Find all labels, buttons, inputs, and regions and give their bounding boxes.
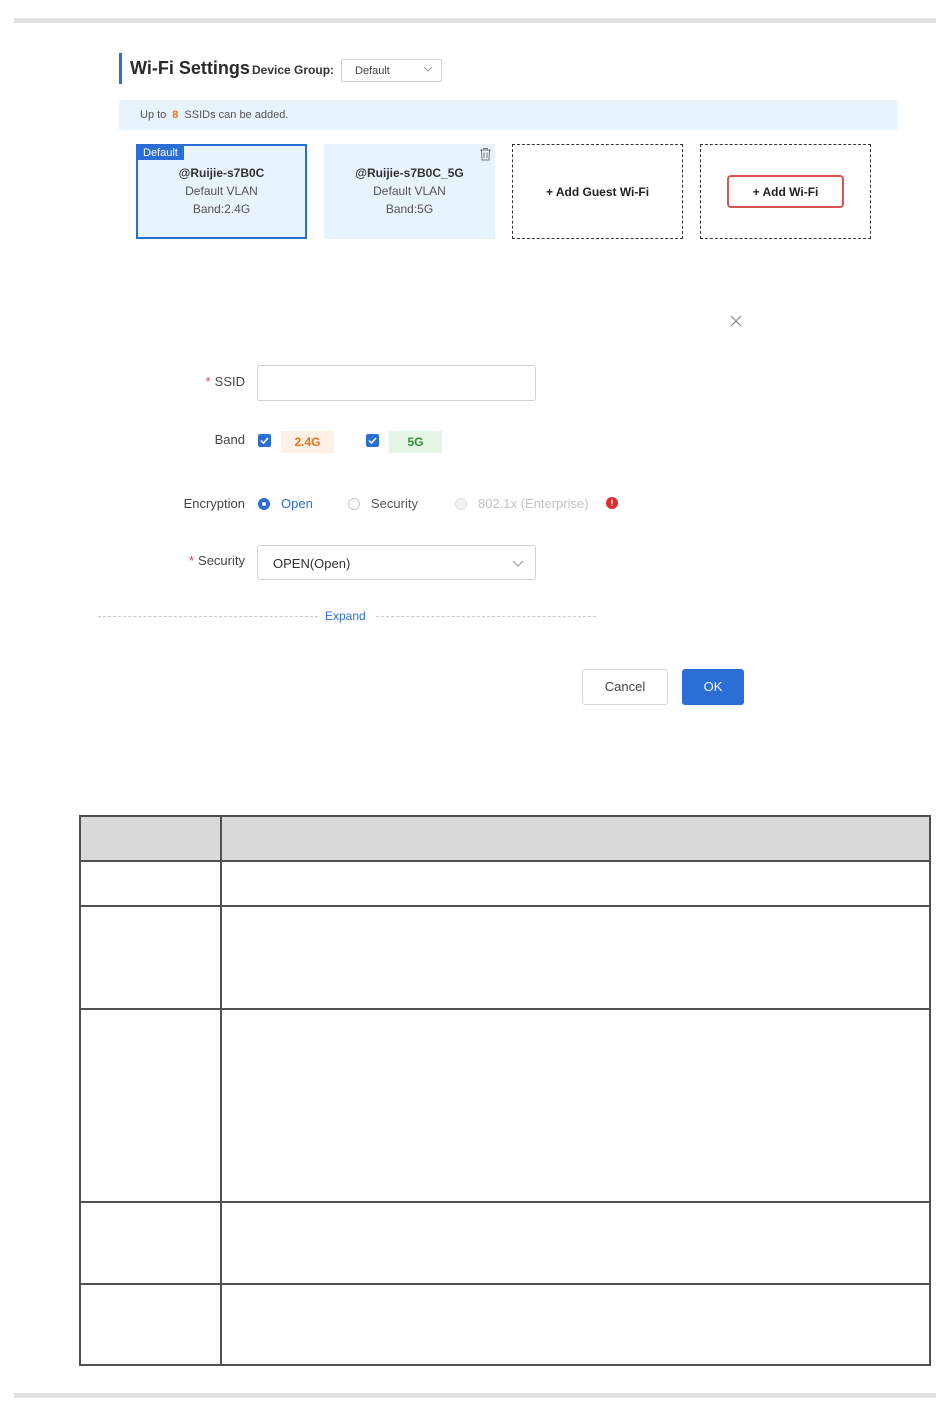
table-cell — [79, 1008, 222, 1203]
band-24-checkbox[interactable] — [258, 434, 271, 447]
notice-prefix: Up to — [140, 109, 167, 121]
encryption-open-radio[interactable] — [258, 498, 270, 510]
expand-divider-right — [376, 616, 596, 617]
wifi-card-band: Band:5G — [385, 202, 434, 216]
ok-button[interactable]: OK — [682, 669, 744, 705]
table-header-row — [79, 815, 931, 862]
required-mark: * — [188, 553, 195, 568]
ssid-input[interactable] — [257, 365, 536, 401]
wifi-card-default[interactable]: Default @Ruijie-s7B0C Default VLAN Band:… — [136, 144, 307, 239]
ssid-label: * SSID — [150, 374, 245, 389]
encryption-security-label[interactable]: Security — [371, 496, 418, 511]
device-group-value: Default — [355, 65, 390, 77]
notice-count: 8 — [172, 109, 179, 121]
table-header-cell — [79, 815, 222, 862]
table-row — [79, 1283, 931, 1366]
table-cell — [220, 905, 931, 1010]
wifi-card-ssid: @Ruijie-s7B0C — [178, 166, 265, 180]
wifi-card-band: Band:2.4G — [192, 202, 251, 216]
add-wifi-label: + Add Wi-Fi — [752, 184, 819, 199]
add-guest-wifi-label: + Add Guest Wi-Fi — [545, 184, 650, 199]
table-row — [79, 1201, 931, 1285]
table-cell — [79, 1201, 222, 1285]
wifi-card-vlan: Default VLAN — [185, 184, 258, 198]
security-label-text: Security — [198, 553, 245, 568]
wifi-card-ssid: @Ruijie-s7B0C_5G — [355, 166, 464, 180]
table-cell — [79, 1283, 222, 1366]
band-24-chip: 2.4G — [281, 431, 334, 453]
band-5-chip: 5G — [389, 431, 442, 453]
default-tag: Default — [138, 146, 184, 160]
table-cell — [79, 860, 222, 907]
ssid-label-text: SSID — [214, 374, 245, 389]
add-guest-wifi-button[interactable]: + Add Guest Wi-Fi — [512, 144, 683, 239]
encryption-label: Encryption — [183, 496, 245, 511]
device-group-select[interactable]: Default — [341, 59, 442, 82]
close-icon[interactable] — [729, 314, 743, 333]
table-cell — [220, 1008, 931, 1203]
wifi-card-5g[interactable]: @Ruijie-s7B0C_5G Default VLAN Band:5G — [324, 144, 495, 239]
device-group-label: Device Group: — [252, 63, 335, 77]
security-label: * Security — [150, 553, 245, 568]
page-title: Wi-Fi Settings — [130, 58, 250, 78]
table-row — [79, 860, 931, 907]
table-row — [79, 905, 931, 1010]
warning-icon[interactable]: ! — [606, 497, 618, 509]
parameter-table — [79, 815, 931, 1366]
security-select-value: OPEN(Open) — [273, 556, 351, 571]
security-select[interactable]: OPEN(Open) — [257, 545, 536, 580]
encryption-open-label[interactable]: Open — [281, 496, 313, 511]
table-cell — [220, 860, 931, 907]
band-5-checkbox[interactable] — [366, 434, 379, 447]
cancel-button[interactable]: Cancel — [582, 669, 668, 705]
band-label: Band — [214, 432, 245, 447]
encryption-enterprise-label: 802.1x (Enterprise) — [478, 496, 589, 511]
wifi-card-vlan: Default VLAN — [373, 184, 446, 198]
encryption-security-radio[interactable] — [348, 498, 360, 510]
bottom-rule — [14, 1393, 936, 1398]
title-accent-bar — [119, 53, 122, 84]
add-wifi-button[interactable]: + Add Wi-Fi — [727, 175, 844, 208]
chevron-down-icon — [512, 557, 524, 572]
table-header-cell — [220, 815, 931, 862]
required-mark: * — [205, 374, 211, 389]
expand-divider-left — [98, 616, 318, 617]
top-rule — [14, 18, 936, 23]
trash-icon[interactable] — [479, 147, 492, 164]
table-cell — [220, 1283, 931, 1366]
table-cell — [220, 1201, 931, 1285]
table-cell — [79, 905, 222, 1010]
notice-suffix: SSIDs can be added. — [184, 109, 289, 121]
encryption-enterprise-radio — [455, 498, 467, 510]
expand-link[interactable]: Expand — [325, 609, 366, 623]
table-row — [79, 1008, 931, 1203]
chevron-down-icon — [423, 64, 433, 77]
ssid-limit-notice: Up to 8 SSIDs can be added. — [119, 100, 897, 130]
add-wifi-card: + Add Wi-Fi — [700, 144, 871, 239]
